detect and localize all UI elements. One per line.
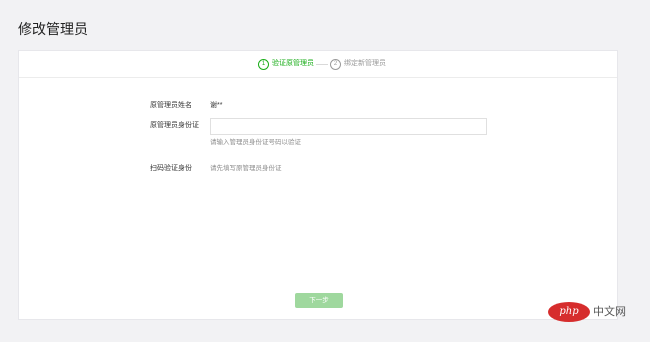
admin-id-hint: 请输入管理员身份证号码以验证 [210,139,301,146]
admin-id-label: 原管理员身份证 [150,122,199,129]
step-1: 1 验证原管理员 [258,58,314,70]
step-1-label: 验证原管理员 [272,60,314,67]
scan-verify-label: 扫码验证身份 [150,165,192,172]
step-divider [316,64,328,65]
step-number-icon: 1 [258,58,269,70]
scan-verify-hint: 请先填写原管理员身份证 [210,165,282,172]
next-step-button[interactable]: 下一步 [295,293,343,308]
admin-id-input[interactable] [210,118,487,135]
admin-name-value: 谢** [210,102,223,109]
php-logo-icon: php [548,302,590,322]
step-2-label: 绑定新管理员 [344,60,386,67]
watermark-text: 中文网 [593,306,626,318]
step-2: 2 绑定新管理员 [330,58,386,70]
step-number-icon: 2 [330,58,341,70]
page-title: 修改管理员 [18,21,88,37]
admin-name-label: 原管理员姓名 [150,102,192,109]
step-indicator: 1 验证原管理员 2 绑定新管理员 [19,51,617,78]
watermark: php 中文网 [548,301,626,323]
form-panel: 1 验证原管理员 2 绑定新管理员 原管理员姓名 谢** 原管理员身份证 请输入… [18,50,618,320]
